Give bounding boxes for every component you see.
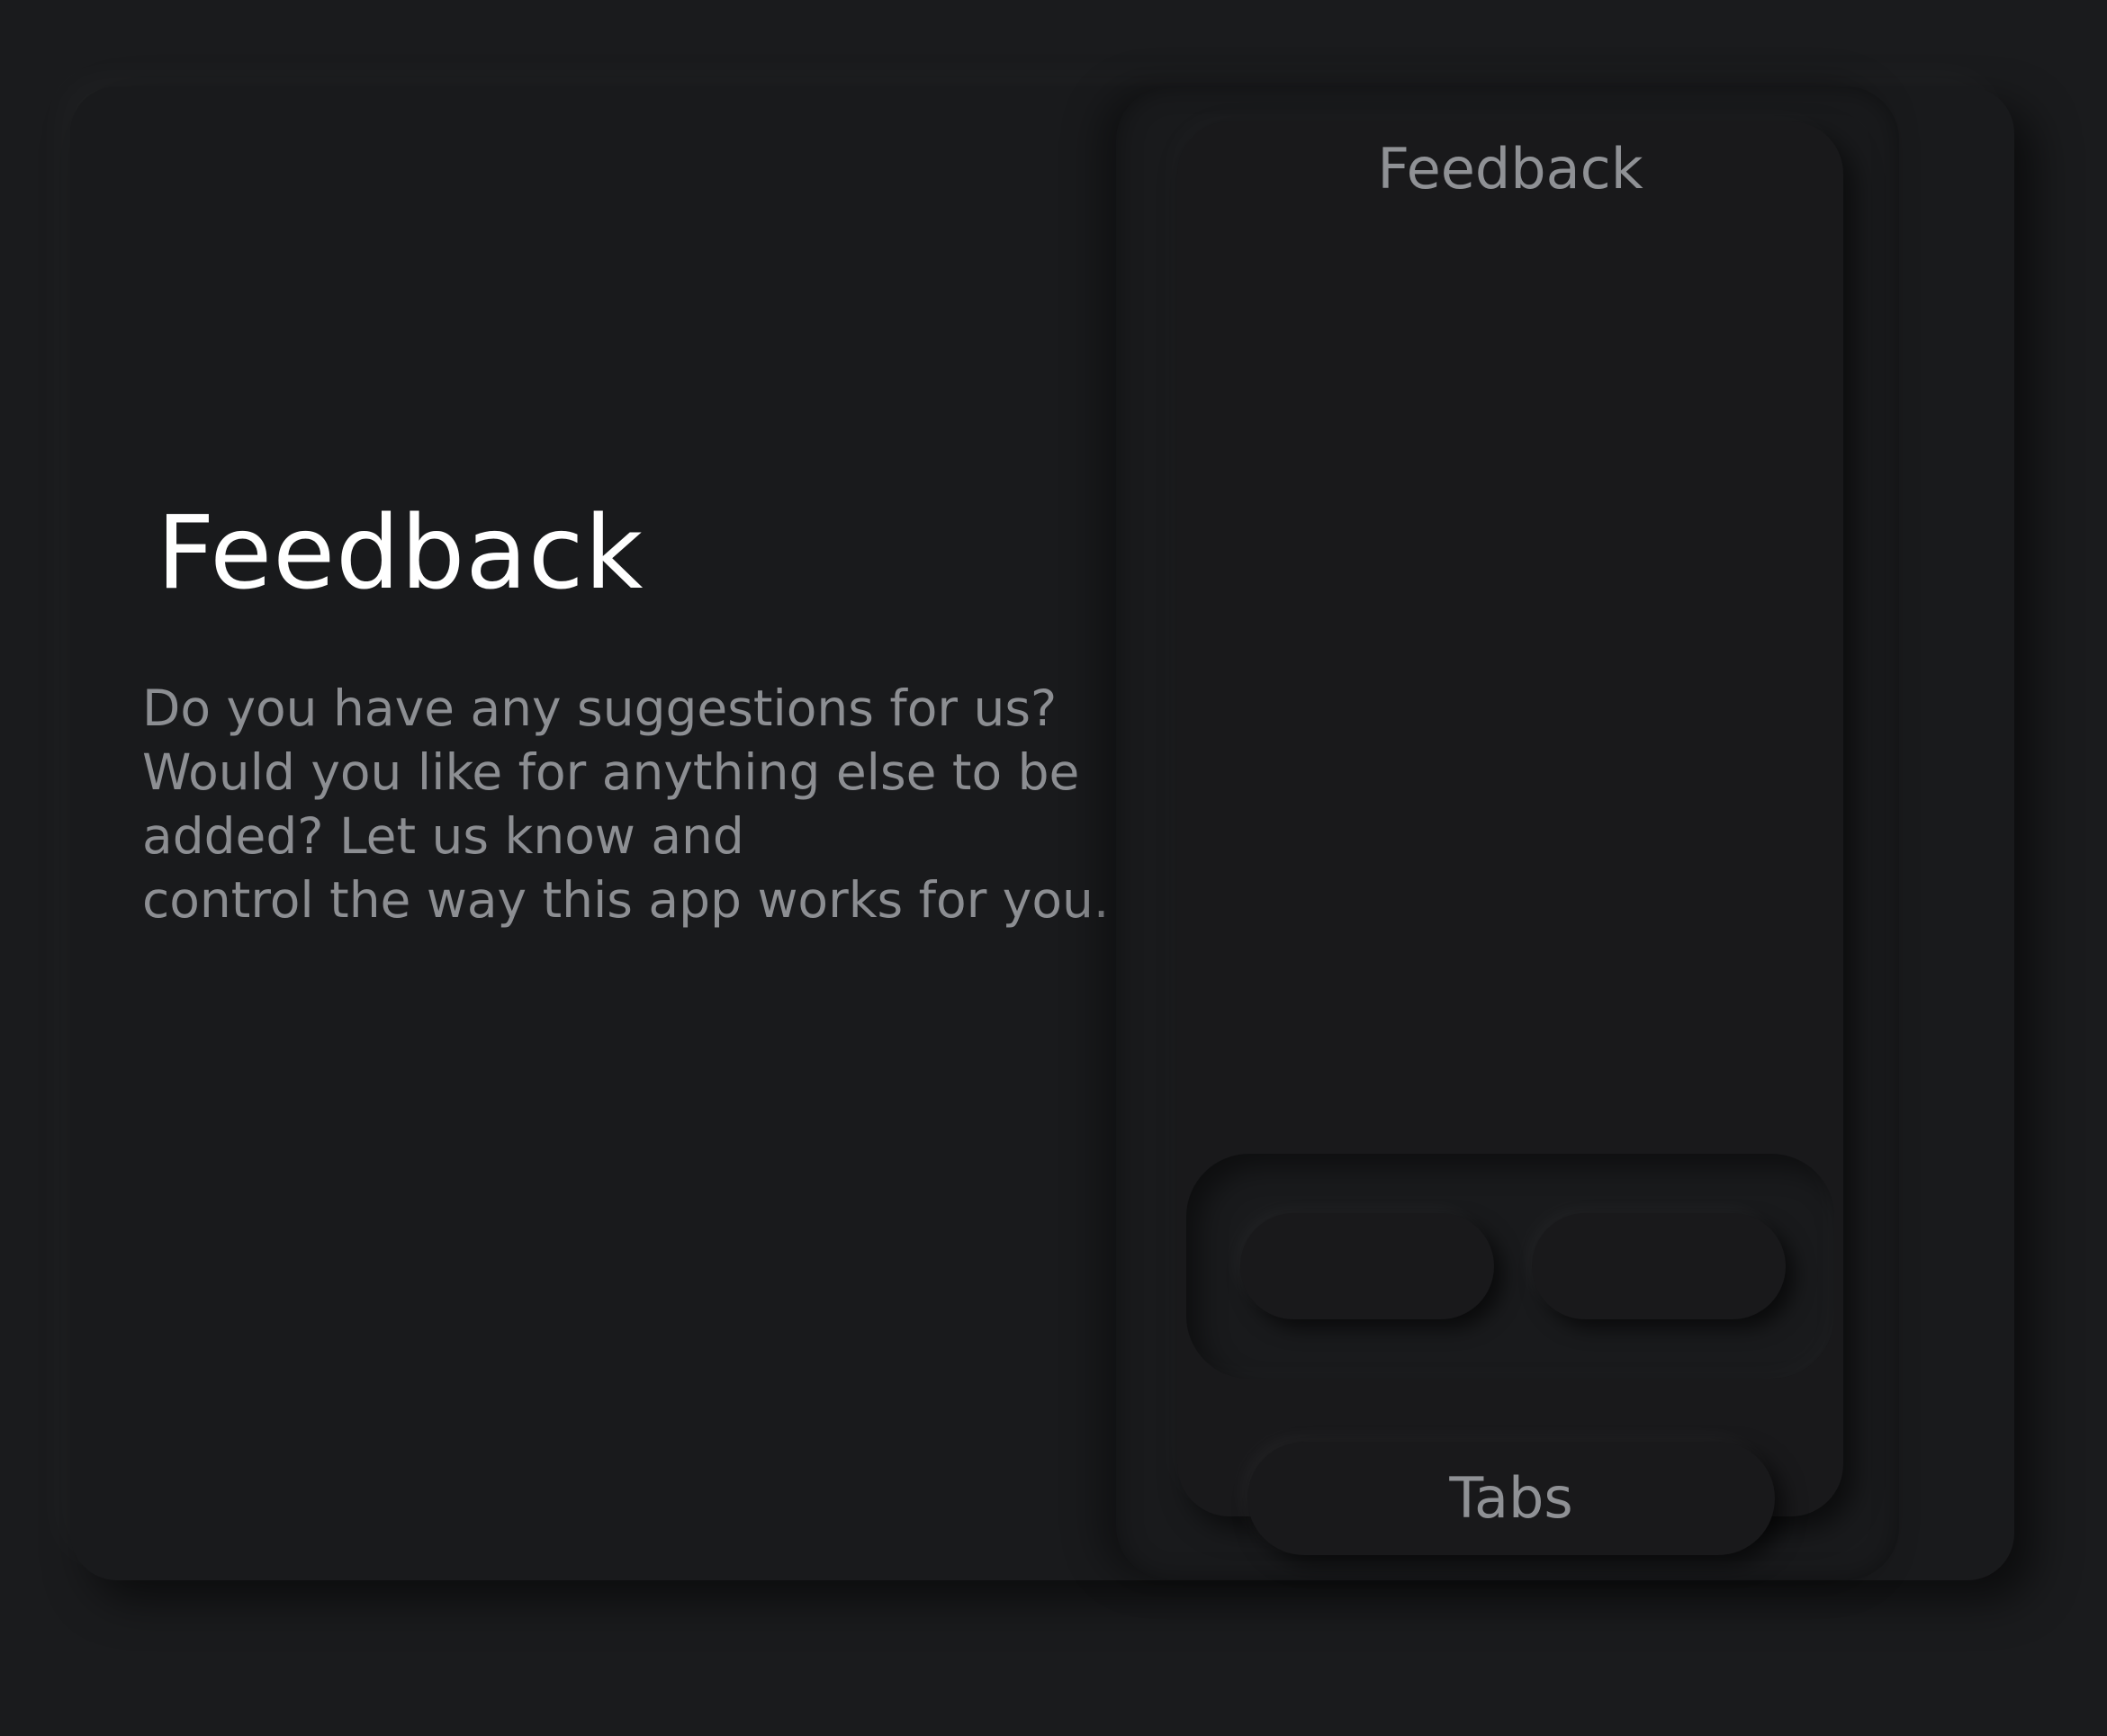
preview-screen-title: Feedback <box>1377 136 1643 202</box>
page-title: Feedback <box>157 495 644 612</box>
preview-right-button[interactable] <box>1532 1213 1786 1319</box>
tabs-button[interactable]: Tabs <box>1247 1442 1775 1555</box>
preview-left-button[interactable] <box>1240 1213 1494 1319</box>
page-description: Do you have any suggestions for us? Woul… <box>142 679 1110 929</box>
tabs-button-label: Tabs <box>1449 1465 1573 1531</box>
